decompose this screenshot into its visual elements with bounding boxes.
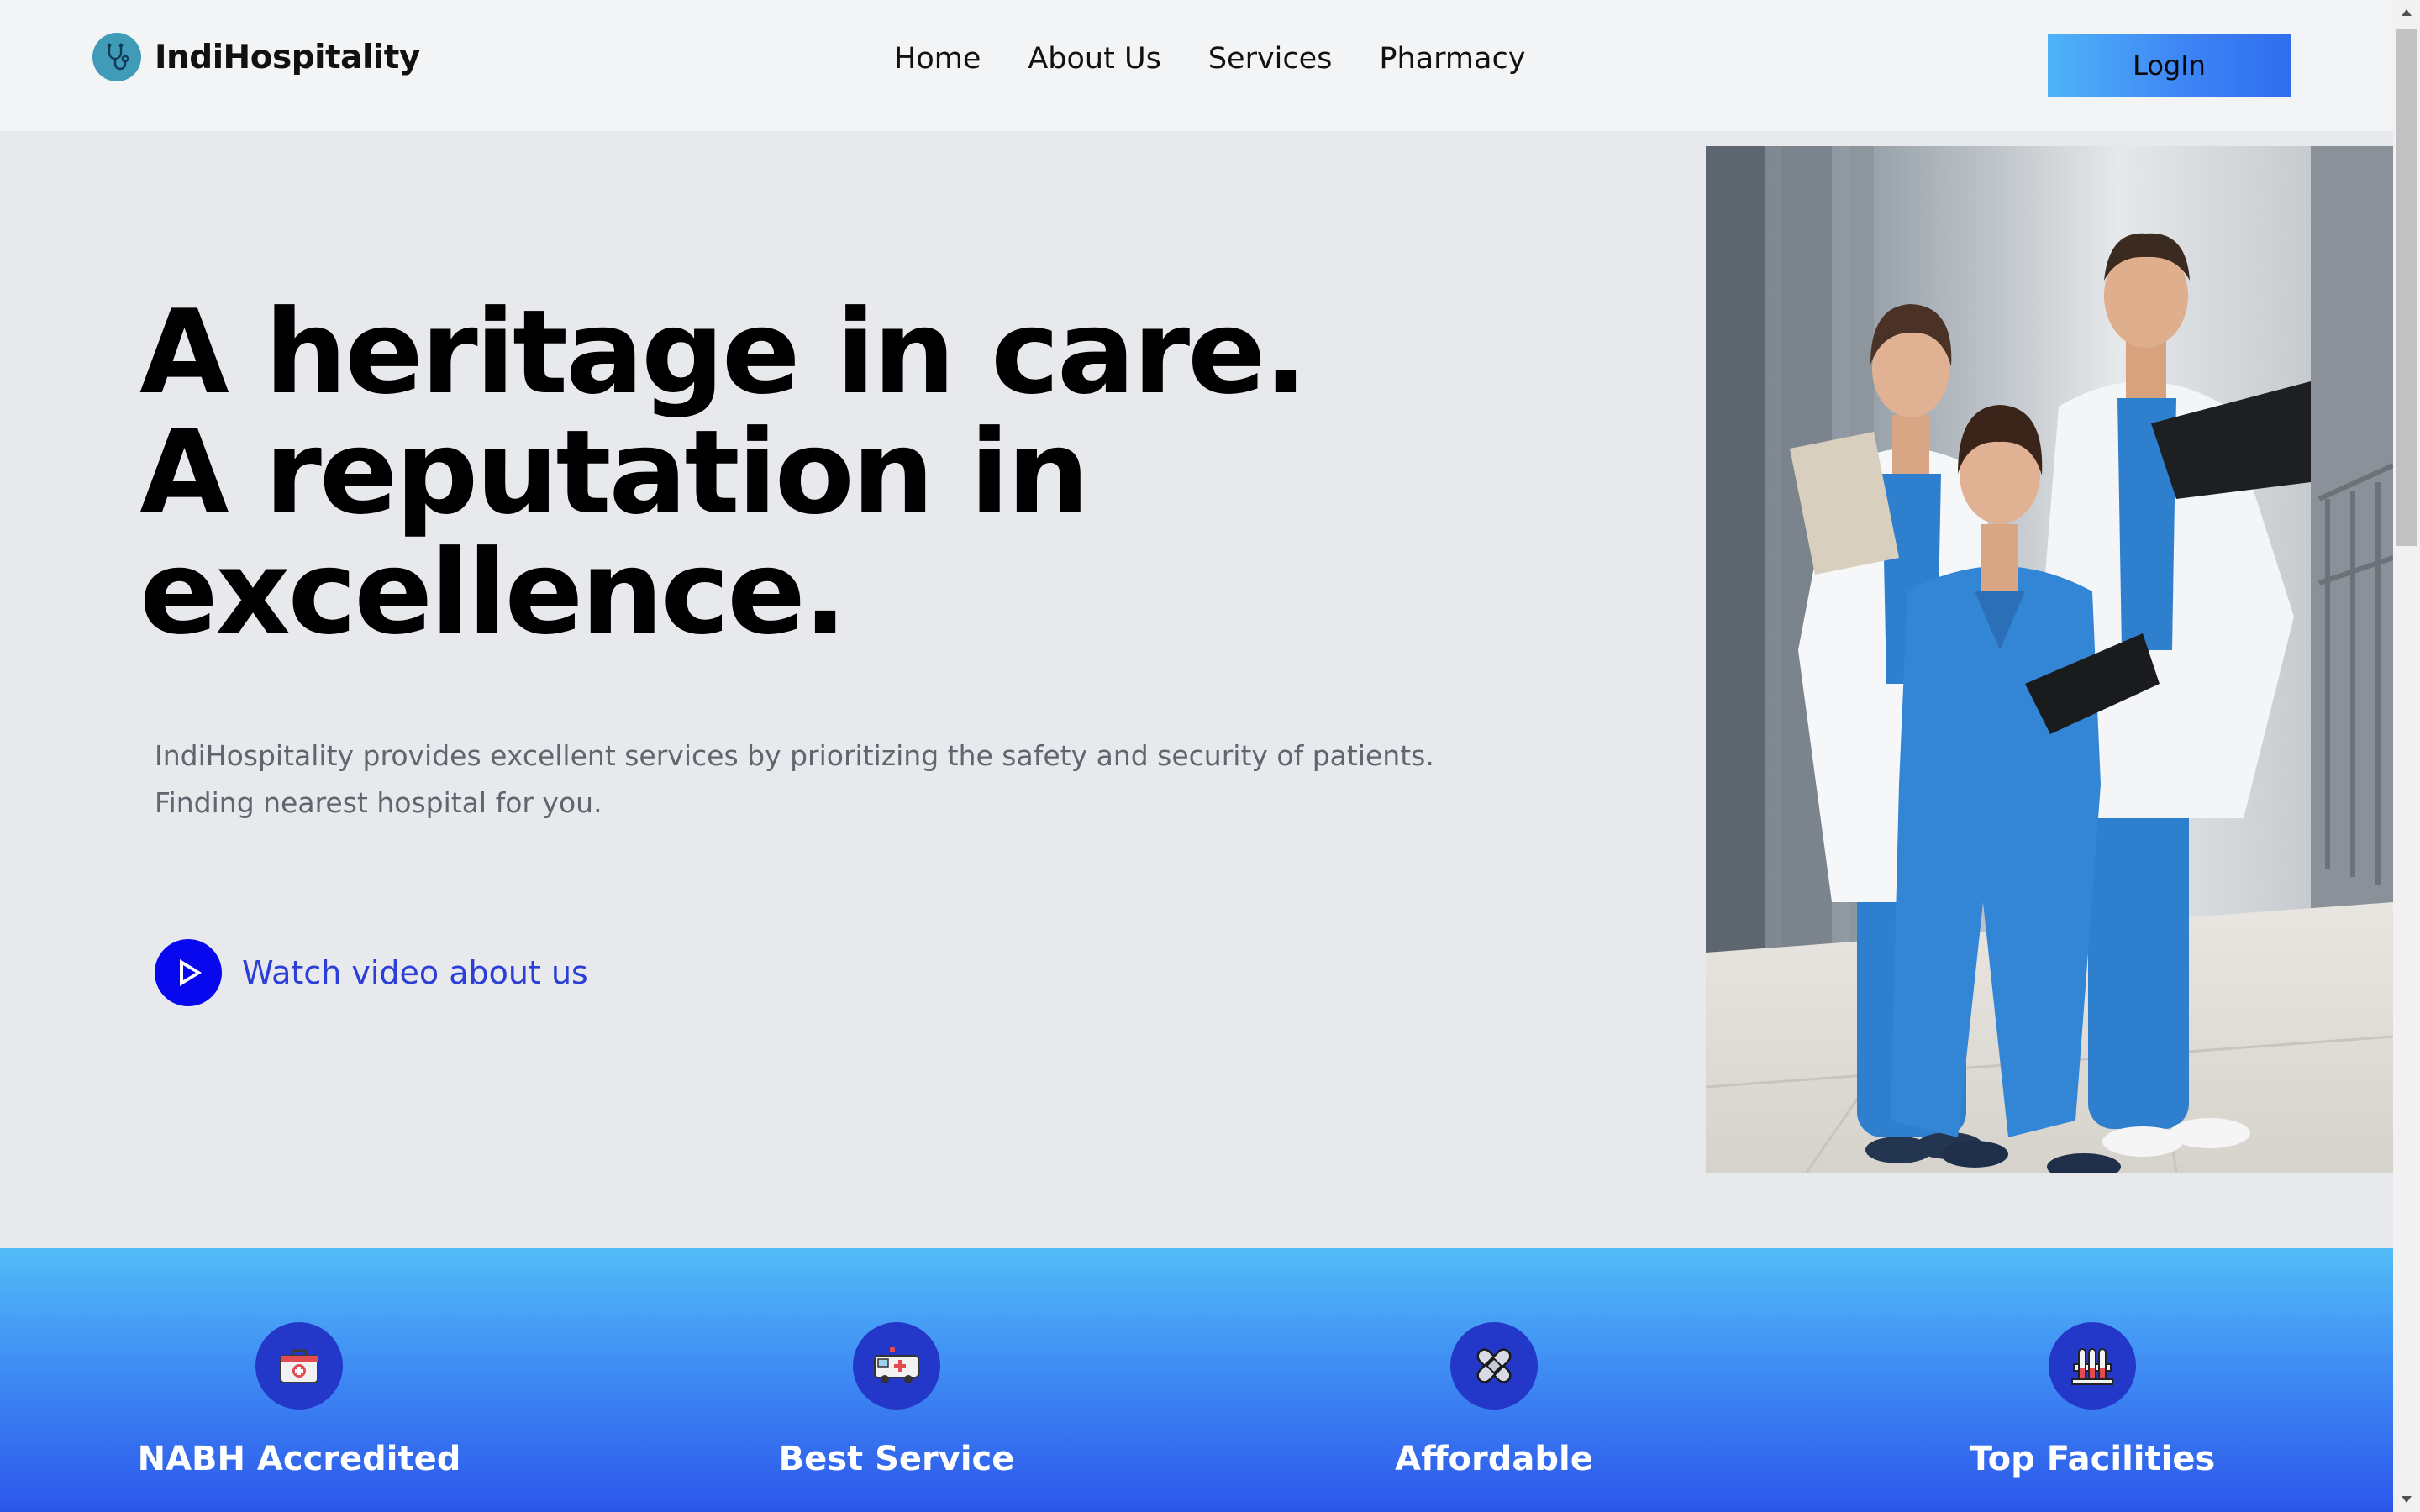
main-nav: Home About Us Services Pharmacy: [894, 39, 1572, 79]
medical-staff-photo: [1706, 146, 2393, 1173]
nav-services[interactable]: Services: [1208, 39, 1333, 79]
page-scrollbar[interactable]: [2393, 0, 2420, 1512]
nav-home[interactable]: Home: [894, 39, 981, 79]
bandage-icon: [1450, 1322, 1538, 1410]
watch-video-label[interactable]: Watch video about us: [242, 954, 588, 991]
nav-about-us[interactable]: About Us: [1028, 39, 1160, 79]
brand-name: IndiHospitality: [155, 38, 420, 76]
hero-title-line: A heritage in care.: [139, 285, 1307, 420]
feature-nabh-accredited: NABH Accredited: [106, 1322, 492, 1478]
stethoscope-icon: [92, 33, 141, 81]
login-button[interactable]: LogIn: [2048, 34, 2291, 97]
feature-title: NABH Accredited: [137, 1440, 461, 1478]
scroll-up-arrow-icon[interactable]: [2393, 0, 2420, 25]
watch-video-link[interactable]: Watch video about us: [155, 939, 588, 1006]
hero-title-line: excellence.: [139, 525, 847, 660]
hero-title-line: A reputation in: [139, 405, 1090, 540]
feature-title: Top Facilities: [1969, 1440, 2216, 1478]
features-band: NABH Accredited Best Service Affordable …: [0, 1248, 2393, 1512]
scroll-thumb[interactable]: [2396, 29, 2417, 546]
play-icon[interactable]: [155, 939, 222, 1006]
hero-description-line: Finding nearest hospital for you.: [155, 786, 602, 819]
nav-pharmacy[interactable]: Pharmacy: [1379, 39, 1525, 79]
hero-description: IndiHospitality provides excellent servi…: [155, 732, 1465, 827]
hero-title: A heritage in care. A reputation in exce…: [139, 285, 1307, 660]
feature-title: Affordable: [1395, 1440, 1593, 1478]
feature-best-service: Best Service: [703, 1322, 1090, 1478]
feature-top-facilities: Top Facilities: [1899, 1322, 2286, 1478]
feature-title: Best Service: [778, 1440, 1015, 1478]
hero-description-line: IndiHospitality provides excellent servi…: [155, 739, 1434, 772]
scroll-down-arrow-icon[interactable]: [2393, 1487, 2420, 1512]
test-tubes-icon: [2049, 1322, 2136, 1410]
first-aid-kit-icon: [255, 1322, 343, 1410]
feature-affordable: Affordable: [1301, 1322, 1687, 1478]
brand[interactable]: IndiHospitality: [92, 32, 420, 82]
ambulance-icon: [853, 1322, 940, 1410]
site-header: IndiHospitality Home About Us Services P…: [0, 0, 2393, 131]
